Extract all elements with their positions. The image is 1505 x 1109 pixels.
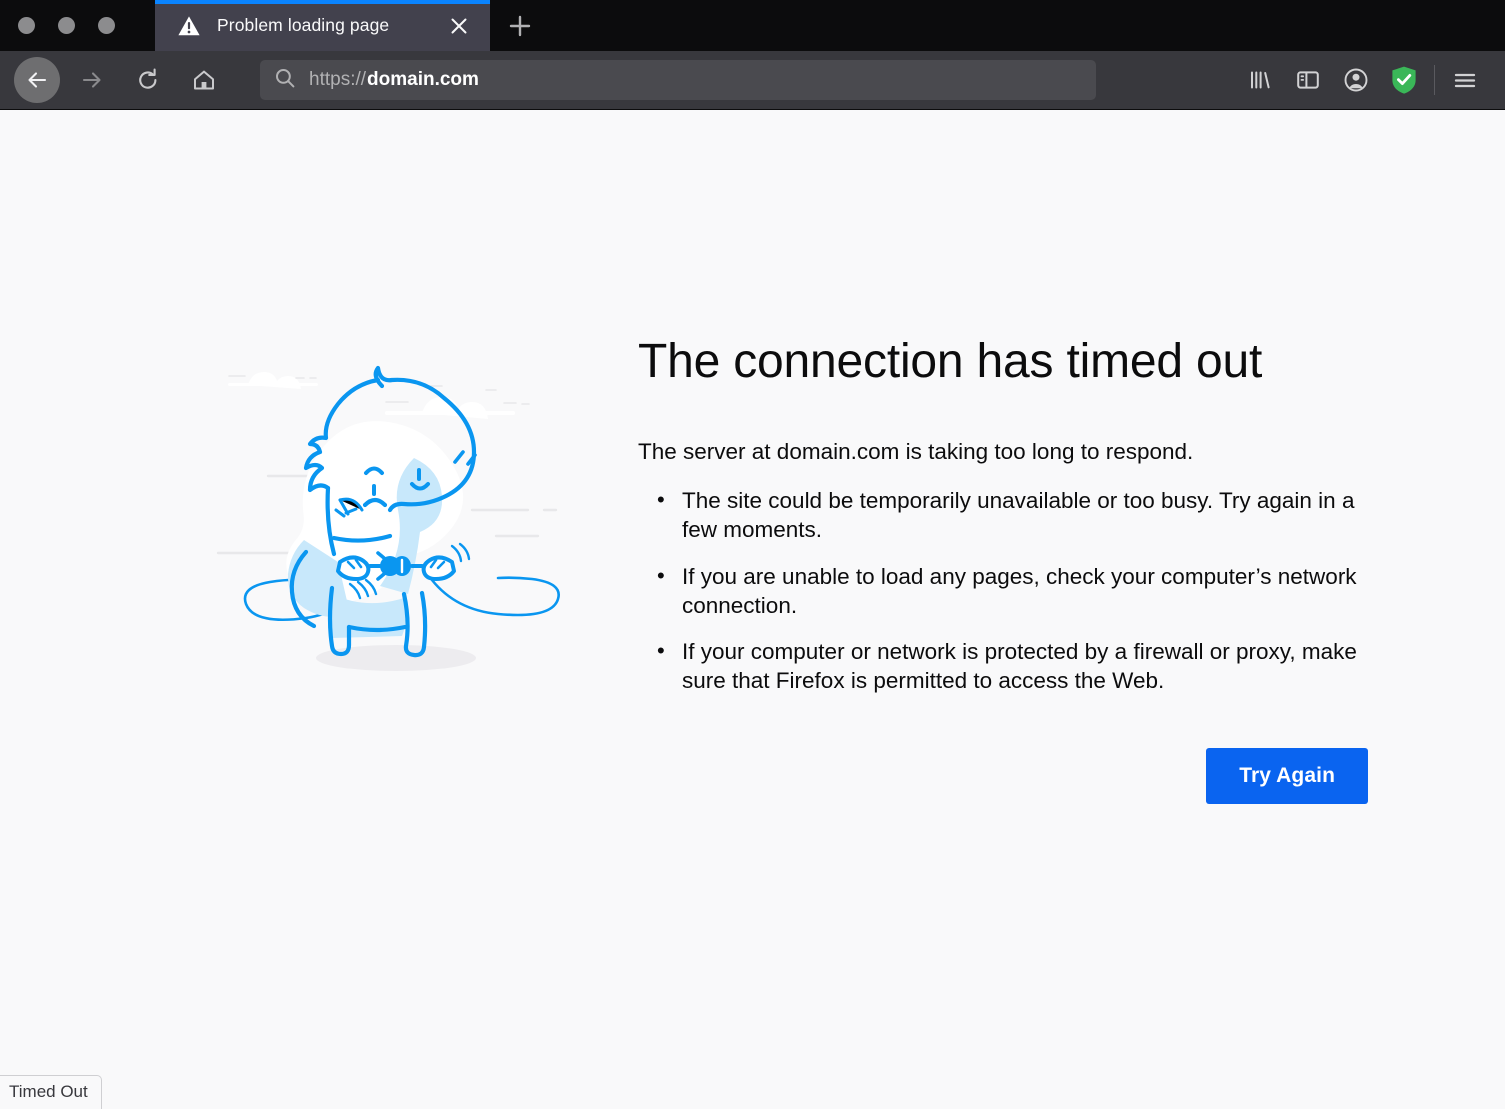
url-host: domain.com xyxy=(367,69,479,91)
search-icon xyxy=(274,67,296,94)
tab-strip: Problem loading page xyxy=(0,0,1505,51)
tab-problem-loading-page[interactable]: Problem loading page xyxy=(155,0,490,51)
adblock-shield-icon[interactable] xyxy=(1380,56,1428,104)
error-short-description: The server at domain.com is taking too l… xyxy=(638,437,1378,467)
tab-close-icon[interactable] xyxy=(442,9,476,43)
new-tab-button[interactable] xyxy=(490,0,550,51)
ground-shadow xyxy=(316,645,476,671)
window-minimize-button[interactable] xyxy=(58,17,75,34)
navigation-toolbar: https:// domain.com xyxy=(0,51,1505,110)
net-error-page: The connection has timed out The server … xyxy=(0,110,1505,804)
library-icon[interactable] xyxy=(1236,56,1284,104)
address-bar[interactable]: https:// domain.com xyxy=(260,60,1096,100)
account-icon[interactable] xyxy=(1332,56,1380,104)
page-title: The connection has timed out xyxy=(638,336,1378,389)
error-suggestion-list: The site could be temporarily unavailabl… xyxy=(638,487,1378,696)
page-content: The connection has timed out The server … xyxy=(0,110,1505,1109)
try-again-button[interactable]: Try Again xyxy=(1206,748,1368,804)
status-badge: Timed Out xyxy=(0,1075,102,1109)
tab-title: Problem loading page xyxy=(217,15,426,36)
list-item: If your computer or network is protected… xyxy=(680,638,1378,696)
reload-button[interactable] xyxy=(124,56,172,104)
forward-button[interactable] xyxy=(68,56,116,104)
window-maximize-button[interactable] xyxy=(98,17,115,34)
window-traffic-lights xyxy=(0,0,155,51)
error-text-block: The connection has timed out The server … xyxy=(638,332,1378,804)
list-item: The site could be temporarily unavailabl… xyxy=(680,487,1378,545)
toolbar-right-icons xyxy=(1236,56,1489,104)
list-item: If you are unable to load any pages, che… xyxy=(680,563,1378,621)
sidebar-icon[interactable] xyxy=(1284,56,1332,104)
home-button[interactable] xyxy=(180,56,228,104)
menu-icon[interactable] xyxy=(1441,56,1489,104)
toolbar-separator xyxy=(1434,65,1435,95)
error-button-row: Try Again xyxy=(638,748,1378,804)
warning-triangle-icon xyxy=(177,14,201,38)
back-button[interactable] xyxy=(14,57,60,103)
url-scheme: https:// xyxy=(309,69,366,91)
browser-window: Problem loading page xyxy=(0,0,1505,1109)
window-close-button[interactable] xyxy=(18,17,35,34)
disconnected-dinosaur-illustration xyxy=(200,350,590,695)
